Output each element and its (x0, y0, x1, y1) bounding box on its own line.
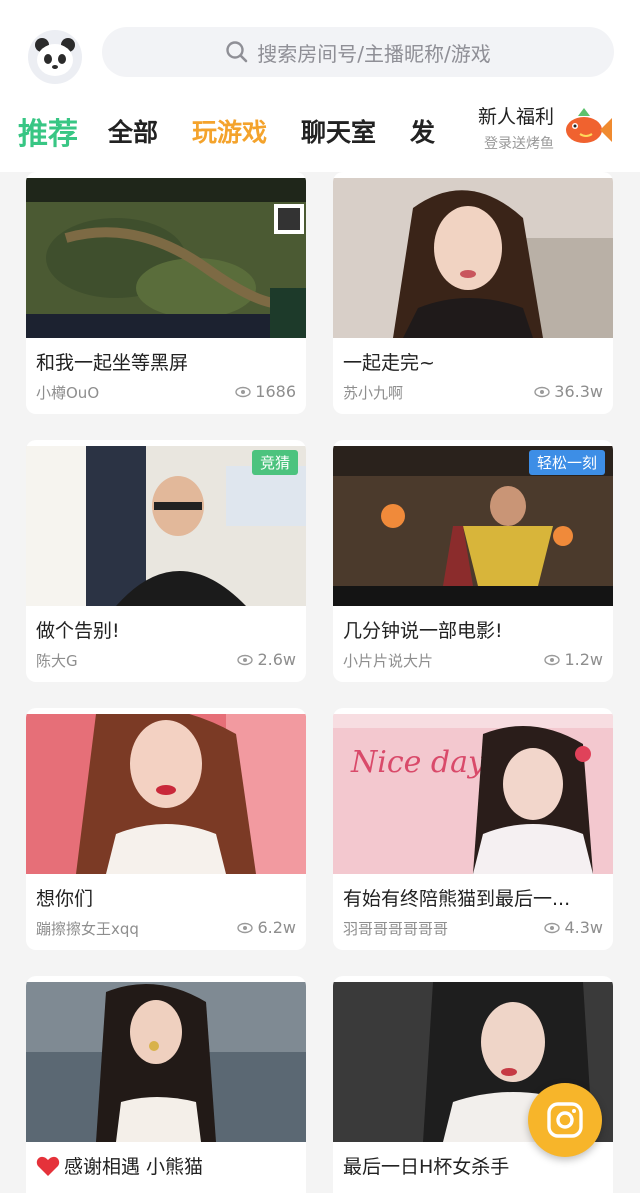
category-badge: 轻松一刻 (528, 450, 605, 475)
stream-title-text: 感谢相遇 小熊猫 (64, 1156, 204, 1178)
quiz-badge: 竞猜 (251, 450, 298, 475)
promo-title: 新人福利 (477, 106, 554, 128)
streamer-name: 蹦擦擦女王xqq (36, 920, 139, 938)
stream-grid: 和我一起坐等黑屏 小樽OuO 1686 一起走完~ 苏小九啊 36.3w 竞猜 … (0, 172, 640, 1193)
tab-chatroom[interactable]: 聊天室 (301, 113, 376, 149)
promo-subtitle: 登录送烤鱼 (484, 136, 554, 152)
tab-all[interactable]: 全部 (108, 113, 158, 149)
stream-card[interactable]: 想你们 蹦擦擦女王xqq 6.2w (26, 708, 306, 950)
stream-title: 和我一起坐等黑屏 (36, 352, 189, 374)
stream-title: 感谢相遇 小熊猫 (36, 1152, 298, 1179)
eye-icon (544, 922, 561, 933)
new-user-promo[interactable]: 新人福利 登录送烤鱼 (478, 102, 614, 153)
view-count-value: 4.3w (564, 918, 603, 937)
view-count: 1.2w (544, 650, 603, 669)
tab-recommend[interactable]: 推荐 (18, 109, 78, 153)
category-tabs: 推荐 全部 玩游戏 聊天室 发 (0, 104, 469, 158)
stream-card[interactable]: 轻松一刻 几分钟说一部电影! 小片片说大片 1.2w (333, 440, 613, 682)
view-count-value: 2.6w (257, 650, 296, 669)
streamer-name: 羽哥哥哥哥哥哥 (343, 920, 449, 938)
view-count-value: 1686 (255, 382, 296, 401)
tab-games[interactable]: 玩游戏 (192, 113, 267, 149)
stream-card[interactable]: 竞猜 做个告别! 陈大G 2.6w (26, 440, 306, 682)
heart-icon (36, 1156, 60, 1176)
stream-thumbnail (26, 178, 306, 338)
search-icon (226, 41, 248, 63)
view-count: 6.2w (237, 918, 296, 937)
stream-card[interactable]: Nice day 有始有终陪熊猫到最后一... 羽哥哥哥哥哥哥 4.3w (333, 708, 613, 950)
view-count: 36.3w (534, 382, 603, 401)
tab-discover[interactable]: 发 (410, 113, 435, 149)
nice-day-overlay: Nice day (350, 745, 486, 780)
panda-avatar-icon (35, 38, 75, 76)
view-count-value: 1.2w (564, 650, 603, 669)
stream-title: 有始有终陪熊猫到最后一... (343, 888, 571, 910)
top-bar: 搜索房间号/主播昵称/游戏 推荐 全部 玩游戏 聊天室 发 新人福利 登录送烤鱼 (0, 0, 640, 172)
search-placeholder: 搜索房间号/主播昵称/游戏 (257, 41, 491, 66)
stream-thumbnail: Nice day (333, 714, 613, 874)
streamer-name: 苏小九啊 (343, 384, 404, 402)
avatar[interactable] (28, 30, 82, 84)
streamer-name: 小樽OuO (36, 384, 100, 402)
stream-thumbnail (26, 982, 306, 1142)
stream-title: 想你们 (36, 888, 94, 910)
stream-card[interactable]: 感谢相遇 小熊猫 (26, 976, 306, 1193)
eye-icon (534, 386, 550, 397)
eye-icon (237, 654, 254, 665)
stream-title: 做个告别! (36, 620, 120, 642)
view-count: 1686 (235, 382, 296, 401)
fish-icon (566, 107, 612, 143)
search-bar[interactable]: 搜索房间号/主播昵称/游戏 (102, 27, 614, 77)
stream-card[interactable]: 和我一起坐等黑屏 小樽OuO 1686 (26, 172, 306, 414)
view-count-value: 36.3w (554, 382, 603, 401)
view-count: 2.6w (237, 650, 296, 669)
stream-card[interactable]: 一起走完~ 苏小九啊 36.3w (333, 172, 613, 414)
view-count-value: 6.2w (257, 918, 296, 937)
camera-fab[interactable] (528, 1083, 602, 1157)
eye-icon (237, 922, 254, 933)
camera-icon (547, 1102, 583, 1138)
stream-title: 几分钟说一部电影! (343, 620, 503, 642)
stream-title: 一起走完~ (343, 352, 435, 374)
stream-thumbnail (26, 714, 306, 874)
streamer-name: 陈大G (36, 652, 78, 670)
stream-thumbnail (333, 178, 613, 338)
view-count: 4.3w (544, 918, 603, 937)
streamer-name: 小片片说大片 (343, 652, 434, 670)
eye-icon (235, 386, 251, 397)
eye-icon (544, 654, 561, 665)
